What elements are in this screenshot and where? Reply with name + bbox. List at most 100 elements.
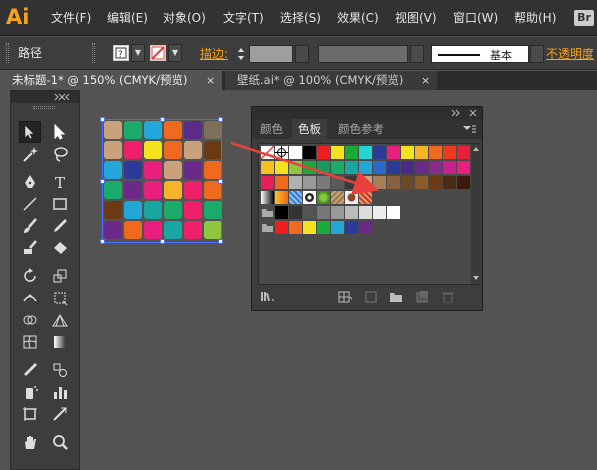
swatch[interactable] — [275, 161, 288, 174]
swatch[interactable] — [317, 221, 330, 234]
swatch[interactable] — [331, 221, 344, 234]
tools-panel-header[interactable] — [11, 91, 79, 103]
swatch[interactable] — [261, 191, 274, 204]
rectangle-tool[interactable] — [49, 193, 71, 215]
eyedropper-tool[interactable] — [19, 359, 41, 381]
slice-tool[interactable] — [49, 403, 71, 425]
artboard-tool[interactable] — [19, 403, 41, 425]
swatch[interactable] — [331, 146, 344, 159]
swatch[interactable] — [415, 146, 428, 159]
swatch[interactable] — [429, 176, 442, 189]
width-tool[interactable] — [19, 287, 41, 309]
swatch[interactable] — [345, 176, 358, 189]
color-group-folder-icon[interactable] — [261, 221, 274, 234]
swatch[interactable] — [317, 191, 330, 204]
swatch[interactable] — [415, 161, 428, 174]
swatch[interactable] — [317, 176, 330, 189]
swatch[interactable] — [359, 146, 372, 159]
stroke-dropdown[interactable]: ▼ — [168, 44, 182, 62]
close-icon[interactable]: × — [206, 71, 215, 90]
type-tool[interactable]: T — [49, 171, 71, 193]
swatch[interactable] — [289, 176, 302, 189]
swatch[interactable] — [359, 221, 372, 234]
swatch[interactable] — [457, 176, 470, 189]
registration-swatch[interactable] — [275, 146, 288, 159]
profile-dropdown[interactable] — [410, 45, 424, 63]
swatch[interactable] — [275, 176, 288, 189]
eraser-tool[interactable] — [49, 237, 71, 259]
tab-swatches[interactable]: 色板 — [292, 119, 327, 139]
close-icon[interactable]: × — [421, 71, 430, 90]
none-swatch[interactable] — [260, 145, 275, 160]
swatch[interactable] — [457, 146, 470, 159]
brush-definition[interactable]: 基本 — [431, 45, 529, 63]
pen-tool[interactable] — [19, 171, 41, 193]
tab-untitled-1[interactable]: 未标题-1* @ 150% (CMYK/预览) × — [0, 71, 222, 90]
swatch[interactable] — [345, 206, 358, 219]
line-segment-tool[interactable] — [19, 193, 41, 215]
gradient-tool[interactable] — [49, 331, 71, 353]
swatch[interactable] — [303, 206, 316, 219]
swatch[interactable] — [345, 221, 358, 234]
swatch[interactable] — [387, 176, 400, 189]
swatch[interactable] — [275, 206, 288, 219]
swatch[interactable] — [401, 161, 414, 174]
swatch[interactable] — [289, 221, 302, 234]
menu-effect[interactable]: 效果(C) — [337, 9, 379, 26]
swatch[interactable] — [345, 146, 358, 159]
swatch[interactable] — [457, 161, 470, 174]
resize-handle[interactable] — [218, 117, 223, 122]
swatch[interactable] — [275, 221, 288, 234]
swatch[interactable] — [359, 191, 372, 204]
panel-header[interactable] — [252, 107, 482, 119]
swatch[interactable] — [275, 191, 288, 204]
swatch[interactable] — [429, 146, 442, 159]
fill-swatch[interactable]: ? — [113, 45, 129, 61]
swatch[interactable] — [289, 161, 302, 174]
paintbrush-tool[interactable] — [19, 215, 41, 237]
swatch[interactable] — [359, 161, 372, 174]
swatch[interactable] — [303, 176, 316, 189]
resize-handle[interactable] — [160, 239, 165, 244]
tab-color[interactable]: 颜色 — [254, 119, 289, 139]
mesh-tool[interactable] — [19, 331, 41, 353]
swatch[interactable] — [373, 161, 386, 174]
swatch[interactable] — [401, 146, 414, 159]
menu-file[interactable]: 文件(F) — [51, 9, 91, 26]
stroke-stepper[interactable] — [236, 46, 246, 62]
menu-select[interactable]: 选择(S) — [280, 9, 321, 26]
resize-handle[interactable] — [100, 179, 105, 184]
fill-dropdown[interactable]: ▼ — [131, 44, 145, 62]
swatch[interactable] — [387, 206, 400, 219]
swatch[interactable] — [303, 146, 316, 159]
grip-handle[interactable] — [6, 43, 9, 63]
menu-edit[interactable]: 编辑(E) — [107, 9, 148, 26]
blob-brush-tool[interactable] — [19, 237, 41, 259]
blend-tool[interactable] — [49, 359, 71, 381]
swatch[interactable] — [373, 146, 386, 159]
brush-dropdown[interactable] — [530, 45, 544, 63]
selection-tool[interactable] — [19, 121, 41, 143]
swatch[interactable] — [303, 161, 316, 174]
swatch[interactable] — [443, 146, 456, 159]
swatch[interactable] — [289, 191, 302, 204]
swatch[interactable] — [443, 176, 456, 189]
direct-selection-tool[interactable] — [49, 121, 71, 143]
swatch[interactable] — [373, 176, 386, 189]
menu-type[interactable]: 文字(T) — [223, 9, 264, 26]
resize-handle[interactable] — [100, 117, 105, 122]
stroke-swatch[interactable] — [150, 45, 166, 61]
trash-icon[interactable] — [441, 291, 455, 303]
rotate-tool[interactable] — [19, 265, 41, 287]
new-color-group-icon[interactable] — [389, 291, 403, 303]
selection-bounding-box[interactable] — [100, 117, 223, 244]
panel-menu-icon[interactable] — [462, 125, 476, 133]
swatch[interactable] — [317, 161, 330, 174]
perspective-grid-tool[interactable] — [49, 309, 71, 331]
swatch[interactable] — [331, 191, 344, 204]
swatch[interactable] — [261, 176, 274, 189]
menu-help[interactable]: 帮助(H) — [514, 9, 556, 26]
new-swatch-icon[interactable] — [415, 291, 429, 303]
stroke-weight-dropdown[interactable] — [295, 45, 309, 63]
zoom-tool[interactable] — [49, 431, 71, 453]
